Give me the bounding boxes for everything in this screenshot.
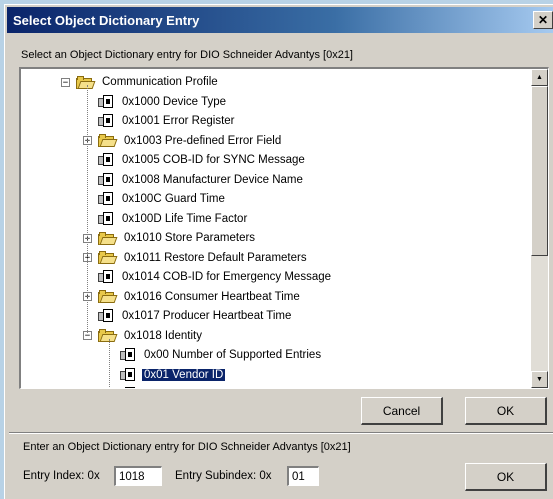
tree-item-label: 0x02 Product Code bbox=[142, 388, 244, 389]
folder-icon bbox=[76, 75, 96, 89]
tree-item[interactable]: +0x1003 Pre-defined Error Field bbox=[83, 132, 283, 150]
tree-item-label: 0x1016 Consumer Heartbeat Time bbox=[124, 290, 300, 303]
object-icon bbox=[120, 348, 136, 362]
tree-item[interactable]: 0x1000 Device Type bbox=[83, 93, 228, 111]
entry-subindex-input[interactable] bbox=[287, 466, 319, 486]
tree-item[interactable]: +0x1016 Consumer Heartbeat Time bbox=[83, 288, 302, 306]
enter-entry-prompt: Enter an Object Dictionary entry for DIO… bbox=[23, 441, 351, 453]
tree-connector bbox=[109, 339, 110, 388]
scroll-up-button[interactable]: ▲ bbox=[531, 69, 548, 86]
tree-item[interactable]: 0x100D Life Time Factor bbox=[83, 210, 249, 228]
tree-item-label: 0x1001 Error Register bbox=[122, 115, 235, 127]
tree-item-label: 0x1005 COB-ID for SYNC Message bbox=[122, 154, 305, 166]
tree-item-label: 0x1017 Producer Heartbeat Time bbox=[122, 310, 292, 322]
folder-icon bbox=[98, 231, 118, 245]
tree-item[interactable]: 0x100C Guard Time bbox=[83, 190, 227, 208]
object-dictionary-tree[interactable]: − Communication Profile 0x1000 Device Type… bbox=[19, 67, 549, 389]
tree-item-label: 0x00 Number of Supported Entries bbox=[144, 349, 322, 361]
select-object-dictionary-dialog: Select Object Dictionary Entry ✕ Select … bbox=[4, 4, 553, 499]
tree-item[interactable]: 0x1017 Producer Heartbeat Time bbox=[83, 307, 293, 325]
tree-item[interactable]: 0x01 Vendor ID bbox=[105, 366, 227, 384]
entry-index-input[interactable] bbox=[114, 466, 162, 486]
tree-item[interactable]: 0x00 Number of Supported Entries bbox=[105, 346, 323, 364]
folder-icon bbox=[98, 251, 118, 264]
tree-item-label: 0x1014 COB-ID for Emergency Message bbox=[122, 271, 332, 283]
tree-item[interactable]: 0x1008 Manufacturer Device Name bbox=[83, 171, 305, 189]
object-icon bbox=[98, 172, 114, 187]
tree-item[interactable]: − Communication Profile bbox=[61, 73, 220, 91]
window-title: Select Object Dictionary Entry bbox=[13, 12, 200, 28]
tree-item[interactable]: +0x1010 Store Parameters bbox=[83, 229, 257, 247]
folder-icon bbox=[98, 329, 118, 342]
tree-scrollbar[interactable]: ▲ ▼ bbox=[531, 69, 548, 388]
scroll-down-button[interactable]: ▼ bbox=[531, 371, 548, 388]
tree-item-label-selected: 0x01 Vendor ID bbox=[140, 367, 227, 382]
close-button[interactable]: ✕ bbox=[533, 11, 553, 29]
collapse-icon[interactable]: − bbox=[61, 77, 70, 87]
object-icon bbox=[98, 114, 114, 128]
object-icon bbox=[98, 270, 114, 284]
folder-icon bbox=[98, 290, 118, 303]
tree-item[interactable]: 0x1001 Error Register bbox=[83, 112, 237, 130]
object-icon bbox=[98, 192, 114, 206]
ok-button-bottom[interactable]: OK bbox=[465, 463, 547, 491]
tree-item[interactable]: 0x02 Product Code bbox=[105, 385, 244, 389]
ok-button-top[interactable]: OK bbox=[465, 397, 547, 425]
scroll-thumb[interactable] bbox=[531, 86, 548, 256]
object-icon bbox=[98, 309, 114, 323]
tree-item-label: 0x1008 Manufacturer Device Name bbox=[122, 173, 303, 186]
tree-item-label: 0x1000 Device Type bbox=[122, 95, 226, 108]
tree-item[interactable]: 0x1014 COB-ID for Emergency Message bbox=[83, 268, 333, 286]
tree-item-label: 0x1010 Store Parameters bbox=[124, 232, 256, 244]
object-icon bbox=[98, 211, 114, 226]
tree-item-label: 0x100D Life Time Factor bbox=[122, 212, 248, 225]
select-entry-prompt: Select an Object Dictionary entry for DI… bbox=[21, 49, 353, 61]
cancel-button[interactable]: Cancel bbox=[361, 397, 443, 425]
tree-content: − Communication Profile 0x1000 Device Type… bbox=[21, 69, 530, 388]
tree-item[interactable]: −0x1018 Identity bbox=[83, 327, 204, 345]
entry-index-label: Entry Index: 0x bbox=[23, 470, 100, 482]
separator bbox=[9, 432, 553, 434]
object-icon bbox=[120, 367, 136, 382]
folder-icon bbox=[98, 134, 118, 147]
tree-item-label: 0x1018 Identity bbox=[124, 329, 203, 342]
tree-item[interactable]: +0x1011 Restore Default Parameters bbox=[83, 249, 309, 267]
object-icon bbox=[98, 153, 114, 167]
object-icon bbox=[120, 387, 136, 388]
tree-item-label: 0x1011 Restore Default Parameters bbox=[124, 251, 307, 264]
entry-subindex-label: Entry Subindex: 0x bbox=[175, 470, 272, 482]
object-icon bbox=[98, 94, 114, 109]
tree-item-label: 0x1003 Pre-defined Error Field bbox=[124, 134, 282, 147]
tree-item[interactable]: 0x1005 COB-ID for SYNC Message bbox=[83, 151, 307, 169]
tree-item-label: 0x100C Guard Time bbox=[122, 193, 225, 205]
tree-item-label: Communication Profile bbox=[102, 76, 218, 88]
tree-connector bbox=[87, 85, 88, 333]
title-bar[interactable]: Select Object Dictionary Entry ✕ bbox=[7, 7, 553, 33]
